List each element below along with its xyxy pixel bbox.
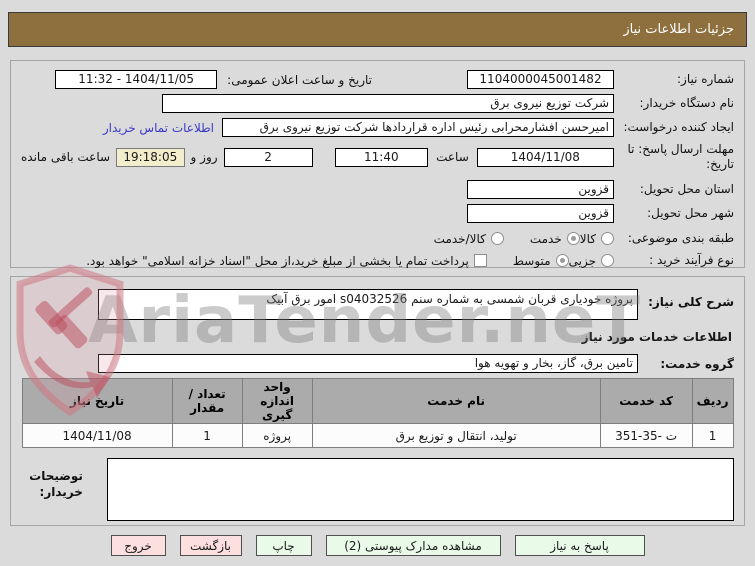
cell-service-name: تولید، انتقال و توزیع برق — [311, 423, 601, 448]
buyer-contact-link[interactable]: اطلاعات تماس خریدار — [103, 121, 214, 135]
days-and-label: روز و — [190, 150, 218, 164]
services-groupbox: شرح کلی نیاز: پروژه خودیاری قربان شمسی ب… — [10, 276, 745, 526]
process-type-label: نوع فرآیند خرید : — [649, 253, 734, 267]
cell-unit: پروژه — [241, 423, 313, 448]
radio-medium[interactable] — [555, 254, 569, 267]
city-label: شهر محل تحویل: — [647, 206, 734, 220]
radio-goods-label: کالا — [579, 231, 596, 246]
radio-minor[interactable] — [601, 254, 614, 267]
creator-row: ایجاد کننده درخواست: امیرحسن افشارمحرابی… — [21, 118, 734, 137]
cell-row-no: 1 — [691, 423, 734, 448]
deadline-hour-label: ساعت — [436, 150, 469, 164]
category-label: طبقه بندی موضوعی: — [627, 231, 734, 245]
col-need-date: تاریخ نیاز — [21, 378, 173, 424]
category-row: طبقه بندی موضوعی: کالا خدمت کالا/خدمت — [21, 231, 734, 246]
buyer-org-label: نام دستگاه خریدار: — [639, 96, 735, 110]
services-section-header: اطلاعات خدمات مورد نیاز — [581, 330, 732, 344]
remaining-days-field[interactable]: 2 — [223, 147, 313, 167]
deadline-label: مهلت ارسال پاسخ: تا تاریخ: — [627, 142, 734, 171]
city-field[interactable]: قزوین — [467, 204, 614, 223]
service-group-row: گروه خدمت: تامین برق، گاز، بخار و تهویه … — [21, 354, 734, 373]
hours-remaining-label: ساعت باقی مانده — [21, 150, 111, 164]
process-type-row: نوع فرآیند خرید : جزیی متوسط پرداخت تمام… — [21, 253, 734, 268]
radio-service[interactable] — [566, 232, 580, 245]
description-label: شرح کلی نیاز: — [648, 295, 734, 309]
services-table-header-row: ردیف کد خدمت نام خدمت واحد اندازه گیری ت… — [21, 378, 734, 424]
col-row-no: ردیف — [691, 378, 734, 424]
radio-goods-service[interactable] — [490, 232, 504, 245]
creator-label: ایجاد کننده درخواست: — [623, 120, 734, 134]
cell-need-date: 1404/11/08 — [21, 423, 173, 448]
city-row: شهر محل تحویل: قزوین — [21, 204, 734, 223]
need-number-row: شماره نیاز: 1104000045001482 تاریخ و ساع… — [21, 70, 734, 89]
buyer-notes-row: توضیحات خریدار: — [21, 458, 734, 521]
back-button[interactable]: بازگشت — [179, 535, 242, 556]
buyer-notes-label: توضیحات خریدار: — [29, 469, 83, 500]
deadline-row: مهلت ارسال پاسخ: تا تاریخ: 1404/11/08 سا… — [21, 142, 734, 172]
creator-field[interactable]: امیرحسن افشارمحرابی رئیس اداره قراردادها… — [222, 118, 614, 137]
attachments-button[interactable]: مشاهده مدارک پیوستی (2) — [325, 535, 501, 556]
description-textarea[interactable]: پروژه خودیاری قربان شمسی به شماره سنم s0… — [98, 289, 638, 320]
province-label: استان محل تحویل: — [639, 182, 734, 196]
col-quantity: تعداد / مقدار — [171, 378, 243, 424]
page-title: جزئیات اطلاعات نیاز — [623, 22, 734, 37]
services-table: ردیف کد خدمت نام خدمت واحد اندازه گیری ت… — [21, 378, 734, 448]
need-info-groupbox: شماره نیاز: 1104000045001482 تاریخ و ساع… — [10, 60, 745, 268]
cell-quantity: 1 — [171, 423, 243, 448]
respond-button[interactable]: پاسخ به نیاز — [514, 535, 645, 556]
action-button-row: پاسخ به نیاز مشاهده مدارک پیوستی (2) چاپ… — [0, 535, 755, 556]
deadline-time-field[interactable]: 11:40 — [334, 147, 429, 167]
table-row: 1 ت -35-351 تولید، انتقال و توزیع برق پر… — [21, 423, 734, 448]
print-button[interactable]: چاپ — [255, 535, 312, 556]
exit-button[interactable]: خروج — [110, 535, 166, 556]
province-row: استان محل تحویل: قزوین — [21, 180, 734, 199]
radio-goods[interactable] — [601, 232, 614, 245]
service-group-label: گروه خدمت: — [660, 356, 734, 371]
need-number-field[interactable]: 1104000045001482 — [467, 70, 614, 89]
radio-goods-service-label: کالا/خدمت — [433, 231, 486, 246]
title-bar: جزئیات اطلاعات نیاز — [8, 12, 747, 47]
treasury-checkbox-label: پرداخت تمام یا بخشی از مبلغ خرید،از محل … — [86, 253, 469, 268]
service-group-field[interactable]: تامین برق، گاز، بخار و تهویه هوا — [98, 354, 638, 373]
radio-minor-label: جزیی — [568, 253, 596, 268]
radio-service-label: خدمت — [529, 231, 562, 246]
deadline-date-field[interactable]: 1404/11/08 — [476, 147, 614, 167]
col-service-code: کد خدمت — [599, 378, 693, 424]
announce-label: تاریخ و ساعت اعلان عمومی: — [227, 72, 372, 87]
announce-datetime-field[interactable]: 1404/11/05 - 11:32 — [55, 70, 218, 89]
col-unit: واحد اندازه گیری — [241, 378, 313, 424]
buyer-org-row: نام دستگاه خریدار: شرکت توزیع نیروی برق — [21, 94, 734, 113]
col-service-name: نام خدمت — [311, 378, 601, 424]
treasury-checkbox[interactable] — [473, 254, 487, 267]
countdown-field: 19:18:05 — [116, 147, 185, 167]
buyer-org-field[interactable]: شرکت توزیع نیروی برق — [162, 94, 614, 113]
description-row: شرح کلی نیاز: پروژه خودیاری قربان شمسی ب… — [21, 289, 734, 320]
radio-medium-label: متوسط — [512, 253, 551, 268]
cell-service-code: ت -35-351 — [599, 423, 693, 448]
need-number-label: شماره نیاز: — [677, 72, 734, 86]
buyer-notes-textarea[interactable] — [106, 458, 734, 521]
province-field[interactable]: قزوین — [467, 180, 614, 199]
